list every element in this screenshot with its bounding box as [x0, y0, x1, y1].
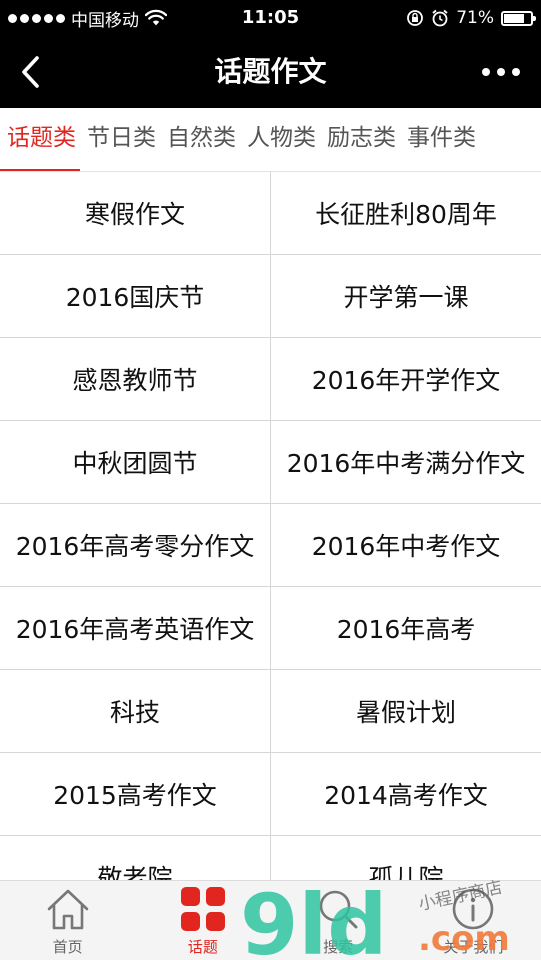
- nav-bar: 话题作文: [0, 36, 541, 108]
- topic-cell[interactable]: 长征胜利80周年: [271, 172, 541, 254]
- tabbar-home[interactable]: 首页: [0, 881, 135, 960]
- tab-event[interactable]: 事件类: [400, 108, 480, 171]
- battery-percent: 71%: [456, 8, 494, 28]
- topic-row: 2016国庆节 开学第一课: [0, 255, 541, 338]
- topic-cell[interactable]: 暑假计划: [271, 670, 541, 752]
- home-icon: [47, 889, 88, 930]
- more-button[interactable]: [473, 56, 529, 88]
- topic-cell[interactable]: 2016年开学作文: [271, 338, 541, 420]
- topic-cell[interactable]: 2016年高考零分作文: [0, 504, 271, 586]
- tab-nature[interactable]: 自然类: [160, 108, 240, 171]
- topic-cell[interactable]: 科技: [0, 670, 271, 752]
- tab-inspiration[interactable]: 励志类: [320, 108, 400, 171]
- category-tabs: 话题类 节日类 自然类 人物类 励志类 事件类: [0, 108, 541, 172]
- topic-row: 2016年高考零分作文 2016年中考作文: [0, 504, 541, 587]
- search-icon: [319, 890, 358, 929]
- topic-grid: 寒假作文 长征胜利80周年 2016国庆节 开学第一课 感恩教师节 2016年开…: [0, 172, 541, 880]
- wifi-icon: [145, 9, 167, 26]
- status-right: 71%: [406, 0, 536, 36]
- bottom-tab-bar: 首页 话题 搜索 关于我们: [0, 880, 541, 960]
- tabbar-label: 关于我们: [443, 938, 504, 956]
- topic-row: 中秋团圆节 2016年中考满分作文: [0, 421, 541, 504]
- topic-row: 2015高考作文 2014高考作文: [0, 753, 541, 836]
- more-dot-icon: [512, 68, 520, 76]
- back-button[interactable]: [10, 50, 50, 94]
- tabbar-topics[interactable]: 话题: [135, 881, 270, 960]
- status-left: 中国移动: [8, 0, 167, 36]
- topic-cell[interactable]: 2016国庆节: [0, 255, 271, 337]
- tabbar-label: 首页: [52, 938, 83, 956]
- carrier-name: 中国移动: [71, 10, 139, 31]
- topic-cell[interactable]: 敬老院: [0, 836, 271, 880]
- tab-topic[interactable]: 话题类: [0, 108, 80, 171]
- topic-cell[interactable]: 2016年中考作文: [271, 504, 541, 586]
- alarm-icon: [432, 9, 448, 27]
- chevron-left-icon: [22, 56, 39, 88]
- rotation-lock-icon: [407, 10, 424, 26]
- info-icon: [453, 888, 494, 930]
- signal-strength-icon: [8, 13, 65, 23]
- tab-festival[interactable]: 节日类: [80, 108, 160, 171]
- topic-cell[interactable]: 2016年高考英语作文: [0, 587, 271, 669]
- battery-fill: [504, 13, 524, 23]
- topic-row: 科技 暑假计划: [0, 670, 541, 753]
- battery-icon: [501, 10, 536, 26]
- tabbar-about[interactable]: 关于我们: [406, 881, 541, 960]
- status-bar: 中国移动 11:05 71%: [0, 0, 541, 36]
- tabbar-label: 搜索: [323, 938, 354, 956]
- page-title: 话题作文: [214, 55, 327, 88]
- tabbar-label: 话题: [187, 938, 218, 956]
- topic-cell[interactable]: 2014高考作文: [271, 753, 541, 835]
- topic-row: 寒假作文 长征胜利80周年: [0, 172, 541, 255]
- topic-cell[interactable]: 寒假作文: [0, 172, 271, 254]
- topic-cell[interactable]: 孤儿院: [271, 836, 541, 880]
- topic-cell[interactable]: 2015高考作文: [0, 753, 271, 835]
- grid-icon: [180, 887, 225, 931]
- more-dot-icon: [482, 68, 490, 76]
- topic-cell[interactable]: 2016年中考满分作文: [271, 421, 541, 503]
- tab-people[interactable]: 人物类: [240, 108, 320, 171]
- more-dot-icon: [497, 68, 505, 76]
- tabbar-search[interactable]: 搜索: [271, 881, 406, 960]
- topic-cell[interactable]: 2016年高考: [271, 587, 541, 669]
- topic-cell[interactable]: 中秋团圆节: [0, 421, 271, 503]
- topic-cell[interactable]: 开学第一课: [271, 255, 541, 337]
- topic-row: 感恩教师节 2016年开学作文: [0, 338, 541, 421]
- topic-row: 2016年高考英语作文 2016年高考: [0, 587, 541, 670]
- topic-cell[interactable]: 感恩教师节: [0, 338, 271, 420]
- topic-row: 敬老院 孤儿院: [0, 836, 541, 880]
